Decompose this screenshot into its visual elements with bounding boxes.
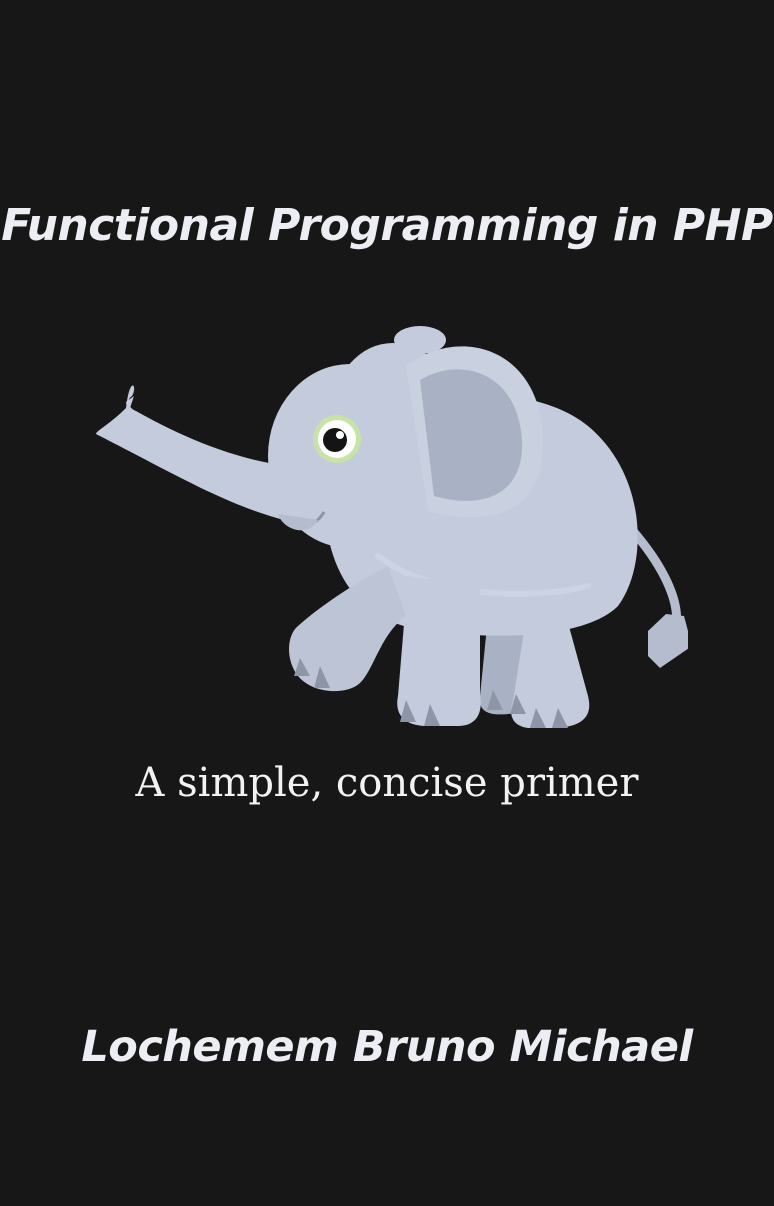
book-title: Functional Programming in PHP — [1, 200, 773, 251]
book-author: Lochemem Bruno Michael — [81, 1022, 693, 1072]
elephant-icon — [96, 326, 688, 728]
book-cover: Functional Programming in PHP A simple, … — [0, 0, 774, 1206]
book-subtitle: A simple, concise primer — [135, 760, 639, 806]
